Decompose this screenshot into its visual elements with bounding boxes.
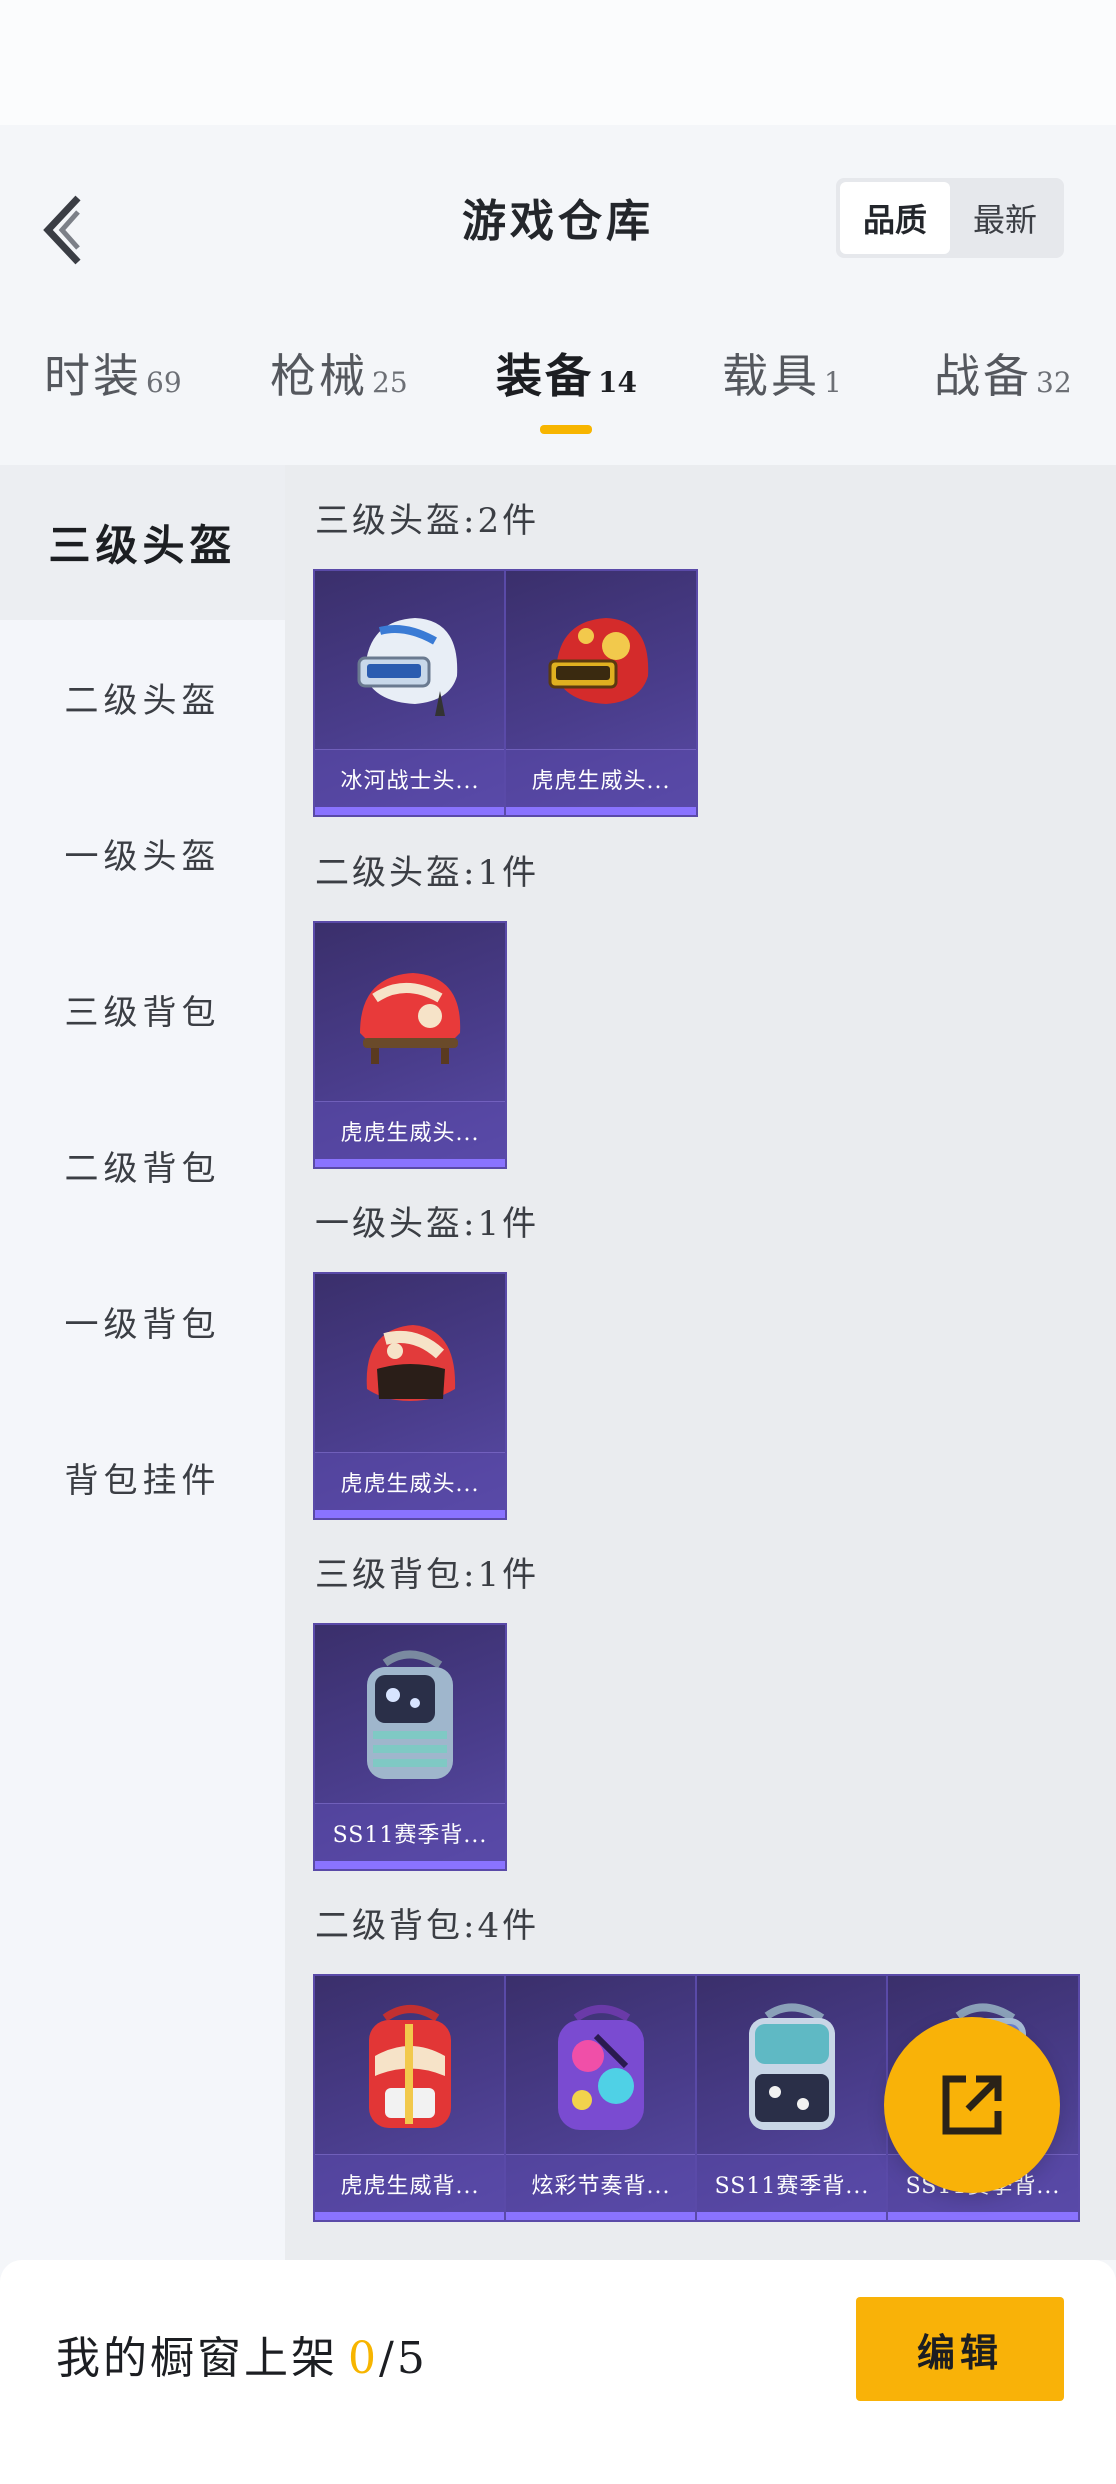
tab-vehicles[interactable]: 载具 1	[722, 340, 842, 430]
tab-label: 战备	[934, 349, 1032, 403]
item-card[interactable]: 虎虎生威背...	[313, 1974, 507, 2222]
bottom-bar: 我的橱窗上架 0 /5 编辑	[0, 2260, 1116, 2484]
backpack-icon	[315, 1635, 505, 1805]
tab-label: 枪械	[270, 349, 368, 403]
sidebar-item-level3-backpack[interactable]: 三级背包	[0, 932, 285, 1087]
sidebar-item-level3-helmet[interactable]: 三级头盔	[0, 465, 285, 620]
tab-weapons[interactable]: 枪械 25	[270, 340, 408, 430]
item-card[interactable]: SS11赛季背...	[313, 1623, 507, 1871]
section-title: 三级头盔:2件	[315, 501, 540, 541]
active-tab-indicator	[540, 425, 592, 434]
item-list: 三级头盔:2件 冰河战士头... 虎虎生威头... 二级头盔:1件 虎虎生威头.…	[285, 465, 1116, 2260]
sidebar-item-level2-backpack[interactable]: 二级背包	[0, 1088, 285, 1243]
item-name: SS11赛季背...	[697, 2154, 887, 2212]
tab-equipment[interactable]: 装备 14	[496, 340, 637, 430]
sidebar-item-backpack-pendant[interactable]: 背包挂件	[0, 1400, 285, 1555]
section-title: 二级背包:4件	[315, 1906, 540, 1946]
helmet-icon	[315, 933, 505, 1103]
helmet-icon	[315, 1284, 505, 1454]
tab-count: 14	[598, 366, 637, 399]
backpack-icon	[315, 1986, 505, 2156]
sort-toggle: 品质 最新	[836, 178, 1064, 258]
tab-count: 69	[146, 366, 182, 399]
tab-label: 载具	[722, 349, 820, 403]
item-card[interactable]: 冰河战士头...	[313, 569, 507, 817]
item-card[interactable]: 虎虎生威头...	[504, 569, 698, 817]
sidebar-item-level1-backpack[interactable]: 一级背包	[0, 1244, 285, 1399]
helmet-icon	[315, 581, 505, 751]
shelf-current-count: 0	[348, 2333, 379, 2384]
sort-latest-option[interactable]: 最新	[950, 182, 1060, 254]
tab-fashion[interactable]: 时装 69	[44, 340, 182, 430]
header: 游戏仓库 品质 最新 时装 69 枪械 25 装备 14 载具 1 战备 32	[0, 125, 1116, 465]
item-card[interactable]: SS11赛季背...	[695, 1974, 889, 2222]
item-name: 虎虎生威头...	[506, 749, 696, 807]
sidebar-item-level2-helmet[interactable]: 二级头盔	[0, 620, 285, 775]
shelf-label: 我的橱窗上架	[56, 2333, 338, 2384]
tab-label: 装备	[496, 349, 594, 403]
item-name: 虎虎生威背...	[315, 2154, 505, 2212]
sort-quality-option[interactable]: 品质	[840, 182, 950, 254]
item-card[interactable]: 虎虎生威头...	[313, 921, 507, 1169]
status-bar	[0, 0, 1116, 125]
item-name: 虎虎生威头...	[315, 1452, 505, 1510]
item-name: 炫彩节奏背...	[506, 2154, 696, 2212]
share-button[interactable]	[884, 2017, 1060, 2193]
sidebar-item-level1-helmet[interactable]: 一级头盔	[0, 776, 285, 931]
helmet-icon	[506, 581, 696, 751]
tab-label: 时装	[44, 349, 142, 403]
tab-count: 25	[372, 366, 408, 399]
item-name: 冰河战士头...	[315, 749, 505, 807]
tab-count: 32	[1036, 366, 1072, 399]
item-name: 虎虎生威头...	[315, 1101, 505, 1159]
edit-button[interactable]: 编辑	[856, 2297, 1064, 2401]
tab-count: 1	[824, 366, 842, 399]
sidebar: 三级头盔 二级头盔 一级头盔 三级背包 二级背包 一级背包 背包挂件	[0, 465, 285, 2260]
shelf-total-count: /5	[379, 2333, 428, 2384]
item-card[interactable]: 虎虎生威头...	[313, 1272, 507, 1520]
backpack-icon	[506, 1986, 696, 2156]
section-title: 三级背包:1件	[315, 1555, 540, 1595]
item-card[interactable]: 炫彩节奏背...	[504, 1974, 698, 2222]
shelf-status: 我的橱窗上架 0 /5	[56, 2322, 428, 2386]
item-name: SS11赛季背...	[315, 1803, 505, 1861]
backpack-icon	[697, 1986, 887, 2156]
tab-combat-gear[interactable]: 战备 32	[934, 340, 1072, 430]
external-link-icon	[942, 2075, 1002, 2135]
section-title: 二级头盔:1件	[315, 853, 540, 893]
section-title: 一级头盔:1件	[315, 1204, 540, 1244]
